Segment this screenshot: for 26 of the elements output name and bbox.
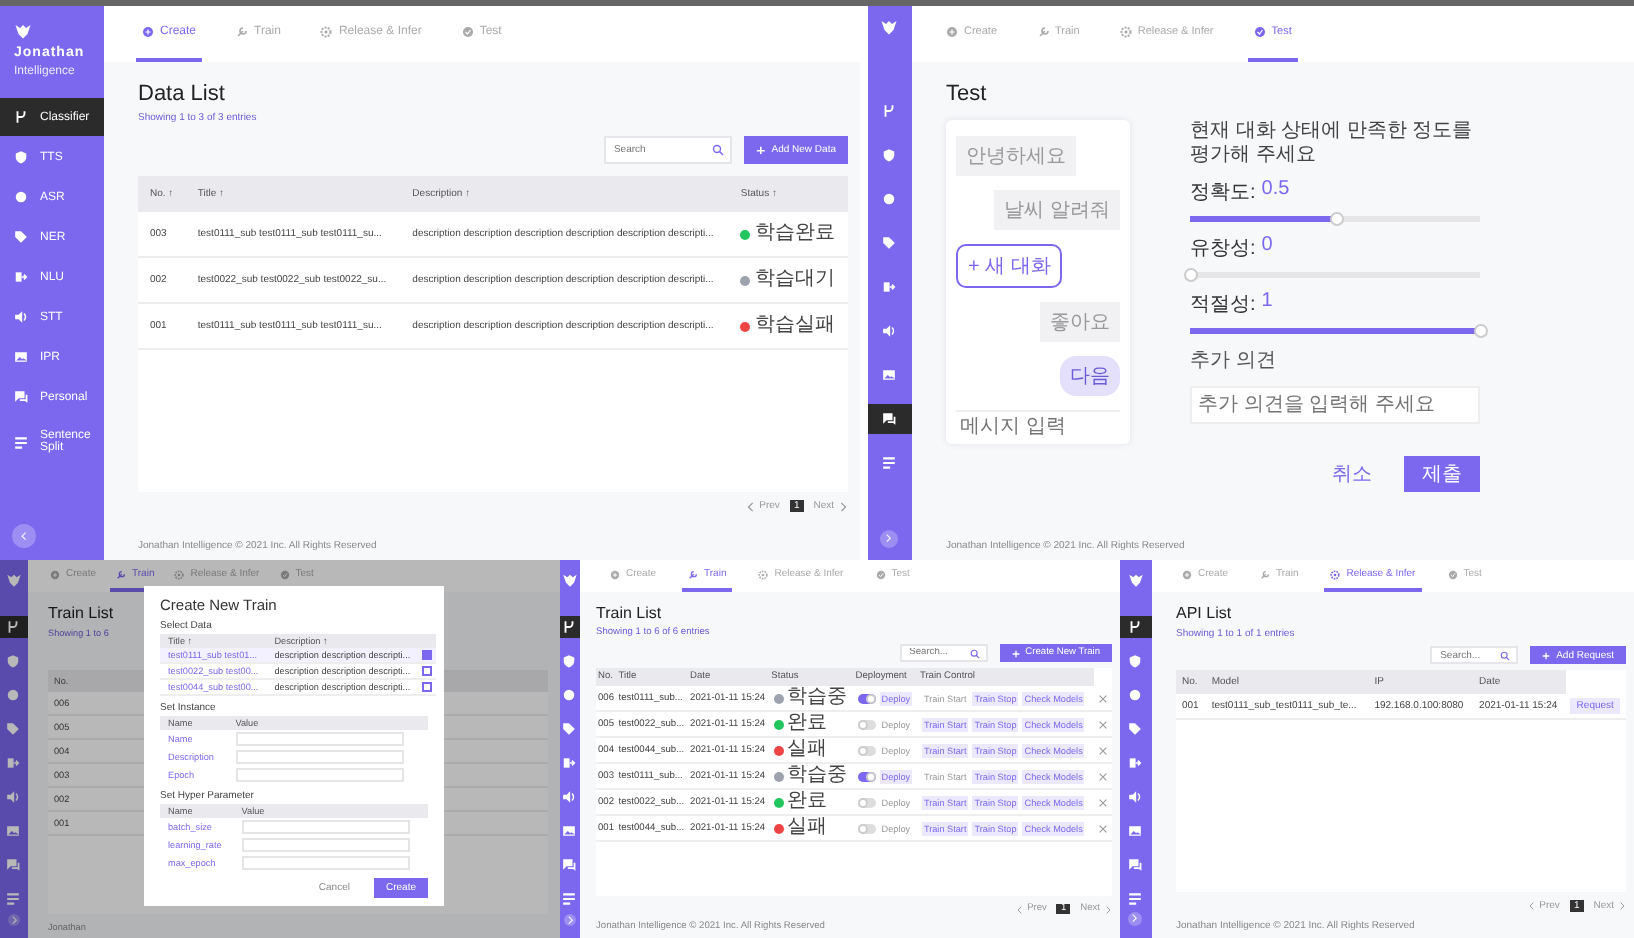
chat-bubble: 다음 (1060, 356, 1120, 396)
slider-value: 0.5 (1261, 178, 1290, 204)
page-title: Test (946, 82, 987, 106)
status-label: 완료 (773, 714, 828, 734)
slider-label: 정확도: (1190, 180, 1256, 206)
chat-bubble: 안녕하세요 (956, 136, 1076, 176)
chat-bubble: 좋아요 (1040, 302, 1120, 342)
slider-label: 적절성: (1190, 292, 1256, 318)
status-label: 완료 (773, 792, 828, 812)
page-title: Train List (596, 604, 662, 622)
question-text: 현재 대화 상태에 만족한 정도를 평가해 주세요 (1190, 120, 1475, 166)
status-label: 실패 (773, 818, 828, 838)
page-title: API List (1176, 604, 1232, 622)
status-label: 실패 (773, 740, 828, 760)
page-title: Data List (138, 82, 225, 106)
status-label: 학습실패 (740, 316, 835, 336)
status-label: 학습중 (773, 688, 848, 708)
status-label: 학습대기 (740, 270, 835, 290)
chat-bubble: 날씨 알려줘 (994, 190, 1120, 230)
slider-value: 0 (1261, 234, 1273, 260)
slider-label: 유창성: (1190, 236, 1256, 262)
page-title: Train List (48, 604, 114, 622)
slider-value: 1 (1261, 290, 1273, 316)
status-label: 학습완료 (740, 224, 835, 244)
comment-label: 추가 의견 (1190, 348, 1278, 374)
status-label: 학습중 (773, 766, 848, 786)
